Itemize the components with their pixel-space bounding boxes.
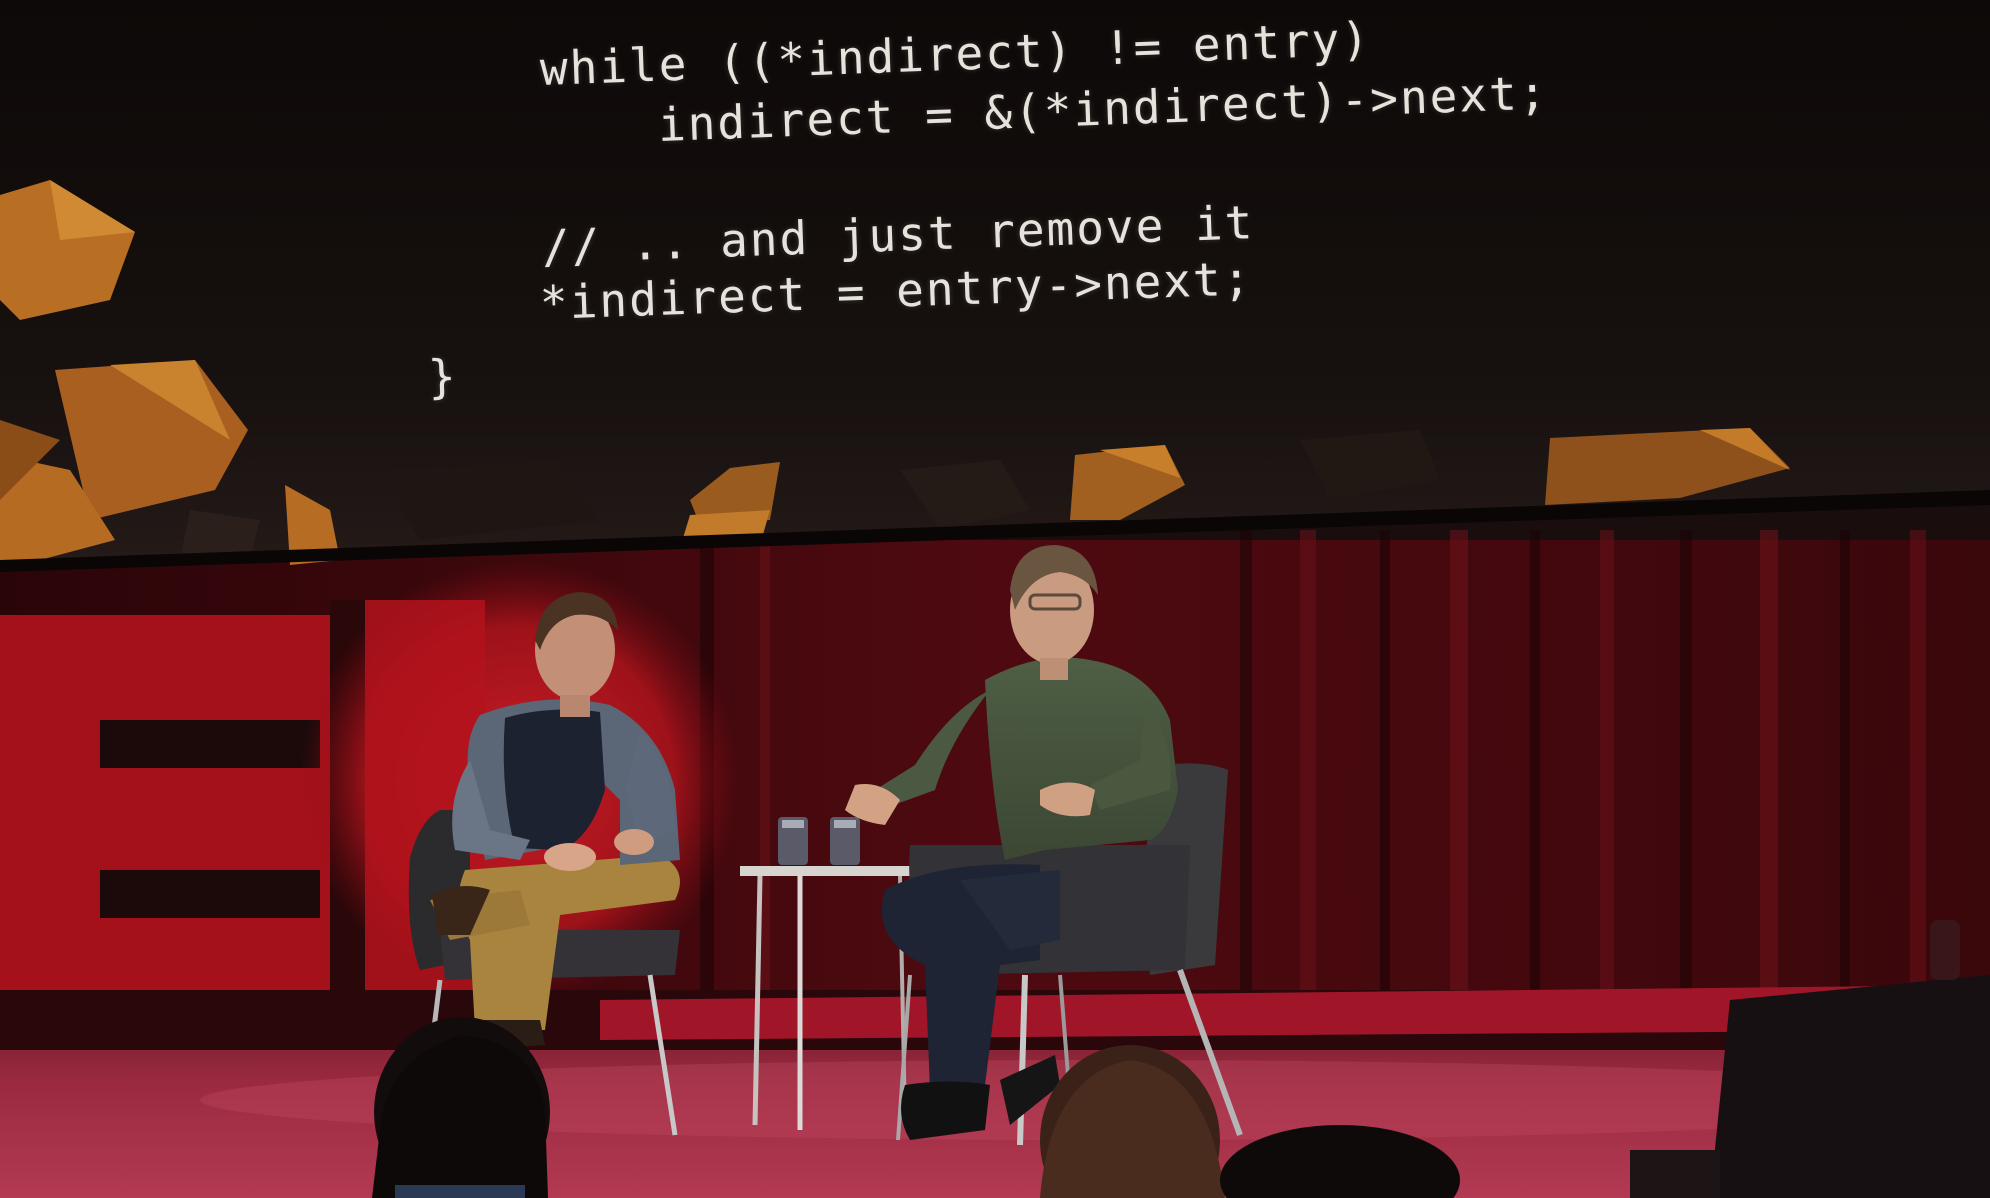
- projection-screen: [0, 0, 1990, 572]
- stage-scene: [0, 0, 1990, 1198]
